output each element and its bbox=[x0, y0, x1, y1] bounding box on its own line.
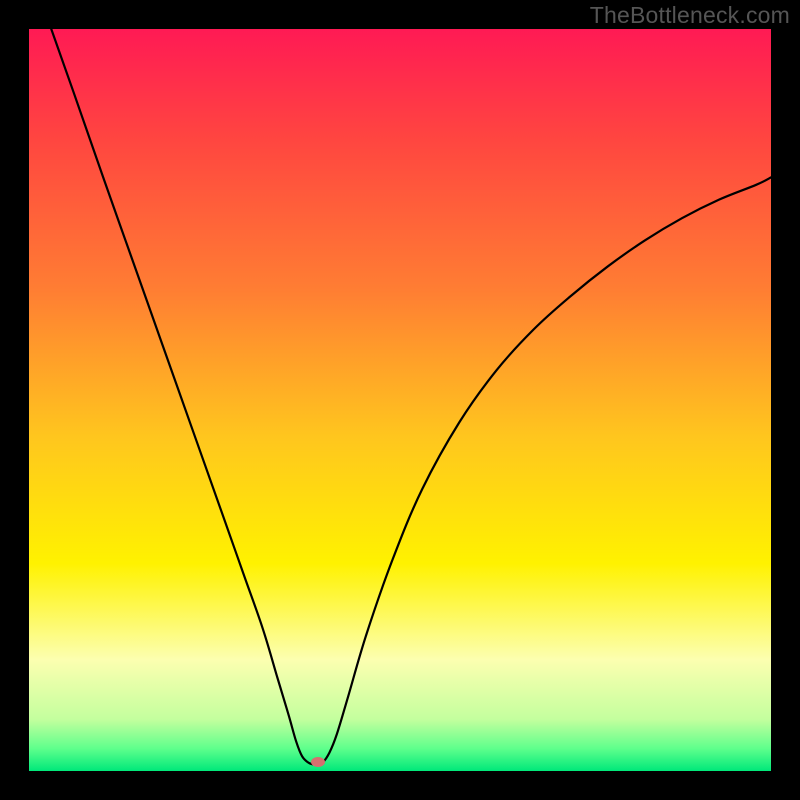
watermark-text: TheBottleneck.com bbox=[590, 2, 790, 29]
curve-layer bbox=[29, 29, 771, 771]
plot-area bbox=[29, 29, 771, 771]
bottleneck-curve bbox=[51, 29, 771, 764]
chart-frame: TheBottleneck.com bbox=[0, 0, 800, 800]
marker-dot bbox=[311, 757, 325, 767]
